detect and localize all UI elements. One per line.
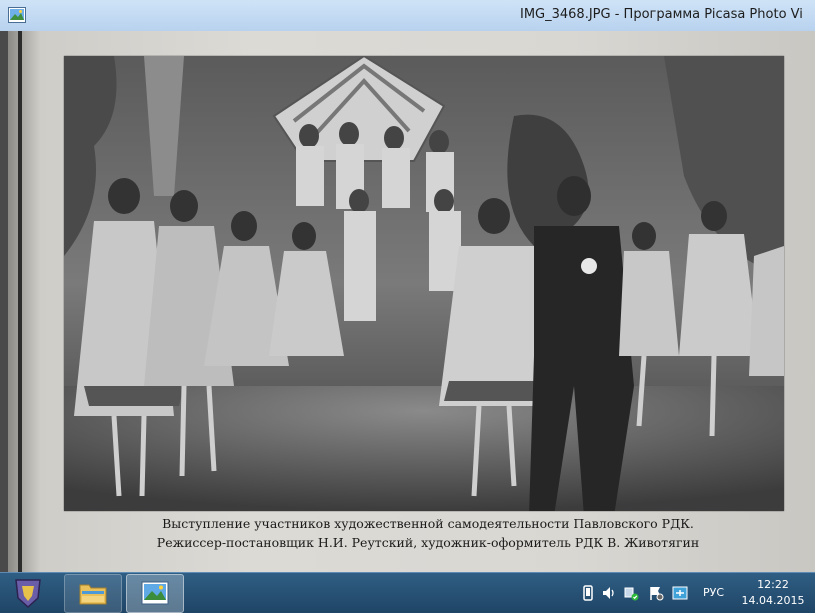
volume-icon[interactable] [601,585,617,601]
page-gutter [18,31,22,572]
stage-performance-photo[interactable] [64,56,784,511]
taskbar: РУС 12:22 14.04.2015 [0,572,815,613]
taskbar-explorer-button[interactable] [64,574,122,613]
explorer-folder-icon [79,584,107,605]
picasa-app-icon [8,7,26,23]
mobile-device-icon[interactable] [580,585,596,601]
start-button-icon[interactable] [10,576,46,610]
window-title: IMG_3468.JPG - Программа Picasa Photo Vi [520,7,803,22]
photo-caption: Выступление участников художественной са… [78,514,778,552]
input-language-indicator[interactable]: РУС [703,586,724,599]
clock-date: 14.04.2015 [741,594,805,607]
network-icon[interactable] [623,585,639,601]
photo-viewer-area[interactable]: Выступление участников художественной са… [0,31,815,572]
book-page: Выступление участников художественной са… [8,31,815,572]
picasa-photo-viewer-icon [141,581,169,605]
action-center-flag-icon[interactable] [648,585,664,601]
taskbar-picasa-button[interactable] [126,574,184,613]
system-clock[interactable]: 12:22 14.04.2015 [740,577,806,609]
caption-line-1: Выступление участников художественной са… [162,516,694,531]
clock-time: 12:22 [757,578,789,591]
app-tray-icon[interactable] [672,585,688,601]
caption-line-2: Режиссер-постановщик Н.И. Реутский, худо… [156,535,700,550]
window-titlebar[interactable]: IMG_3468.JPG - Программа Picasa Photo Vi [0,0,815,32]
